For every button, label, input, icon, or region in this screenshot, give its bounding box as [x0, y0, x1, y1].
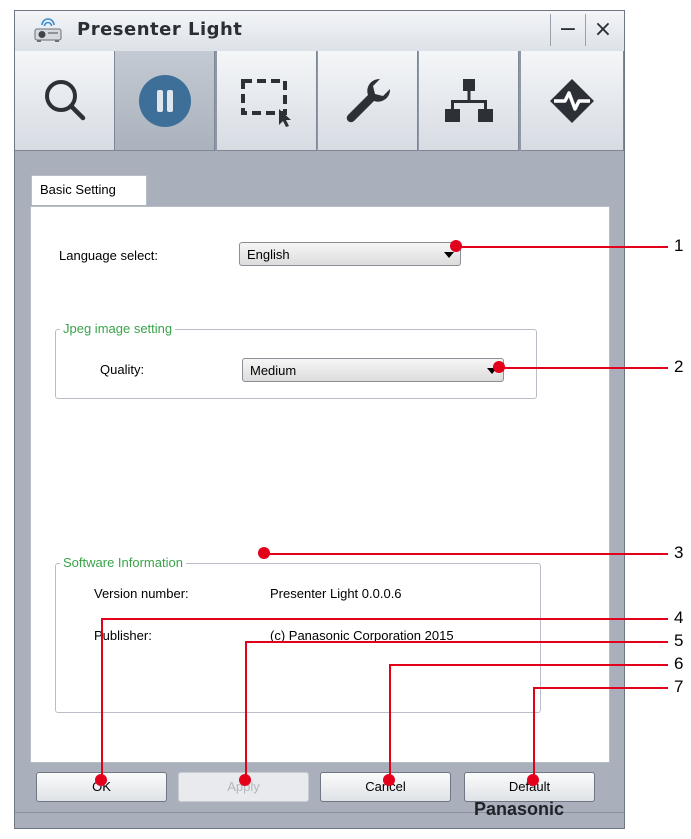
- area-select-icon: [240, 78, 291, 127]
- projector-icon: [34, 18, 62, 42]
- callout-dot-1: [450, 240, 462, 252]
- tab-basic-setting[interactable]: Basic Setting: [31, 175, 147, 205]
- callout-number-3: 3: [674, 543, 684, 562]
- callout-dot-7: [527, 774, 539, 786]
- software-info-group: Software Information Version number: Pre…: [55, 555, 541, 713]
- callout-line-1: [456, 246, 668, 248]
- callout-dot-3: [258, 547, 270, 559]
- basic-setting-panel: Language select: English Jpeg image sett…: [30, 206, 610, 763]
- language-select-value: English: [247, 247, 290, 262]
- callout-dot-5: [239, 774, 251, 786]
- panasonic-logo: Panasonic: [474, 799, 565, 819]
- publisher-label: Publisher:: [94, 628, 152, 643]
- callout-line-2: [499, 367, 668, 369]
- callout-vline-5: [245, 641, 247, 780]
- callout-number-5: 5: [674, 631, 684, 650]
- callout-dot-6: [383, 774, 395, 786]
- callout-line-5: [245, 641, 668, 643]
- settings-tool-button[interactable]: [318, 51, 418, 151]
- callout-vline-4: [101, 618, 103, 780]
- callout-number-6: 6: [674, 654, 684, 673]
- minimize-button[interactable]: −: [550, 14, 585, 46]
- callout-dot-4: [95, 774, 107, 786]
- callout-line-4: [101, 618, 668, 620]
- search-icon: [44, 79, 85, 120]
- callout-vline-7: [533, 687, 535, 780]
- search-tool-button[interactable]: [15, 51, 115, 151]
- area-select-tool-button[interactable]: [217, 51, 317, 151]
- callout-vline-6: [389, 664, 391, 780]
- version-number-label: Version number:: [94, 586, 189, 601]
- title-bar[interactable]: Presenter Light − ×: [15, 11, 624, 52]
- version-number-value: Presenter Light 0.0.0.6: [270, 586, 402, 601]
- quality-select-value: Medium: [250, 363, 297, 378]
- callout-line-7: [533, 687, 668, 689]
- chevron-down-icon: [444, 252, 454, 258]
- language-select-label: Language select:: [59, 248, 159, 263]
- status-tool-button[interactable]: [521, 51, 624, 151]
- language-select[interactable]: English: [239, 242, 461, 266]
- window-title: Presenter Light: [77, 19, 243, 40]
- callout-number-1: 1: [674, 236, 684, 255]
- network-icon: [444, 78, 493, 122]
- jpeg-setting-group: Jpeg image setting Quality: Medium: [55, 321, 537, 399]
- network-tool-button[interactable]: [419, 51, 519, 151]
- callout-line-3: [264, 553, 668, 555]
- quality-label: Quality:: [100, 362, 145, 377]
- jpeg-setting-legend: Jpeg image setting: [60, 321, 176, 336]
- callout-number-2: 2: [674, 357, 684, 376]
- close-button[interactable]: ×: [585, 14, 620, 46]
- software-info-legend: Software Information: [60, 555, 186, 570]
- callout-line-6: [389, 664, 668, 666]
- wrench-icon: [346, 78, 390, 122]
- toolbar: [15, 51, 624, 151]
- pause-tool-button[interactable]: [115, 51, 215, 151]
- pause-icon: [138, 74, 191, 127]
- callout-number-7: 7: [674, 677, 684, 696]
- quality-select[interactable]: Medium: [242, 358, 504, 382]
- callout-dot-2: [493, 361, 505, 373]
- callout-number-4: 4: [674, 608, 684, 627]
- diamond-icon: [550, 78, 594, 123]
